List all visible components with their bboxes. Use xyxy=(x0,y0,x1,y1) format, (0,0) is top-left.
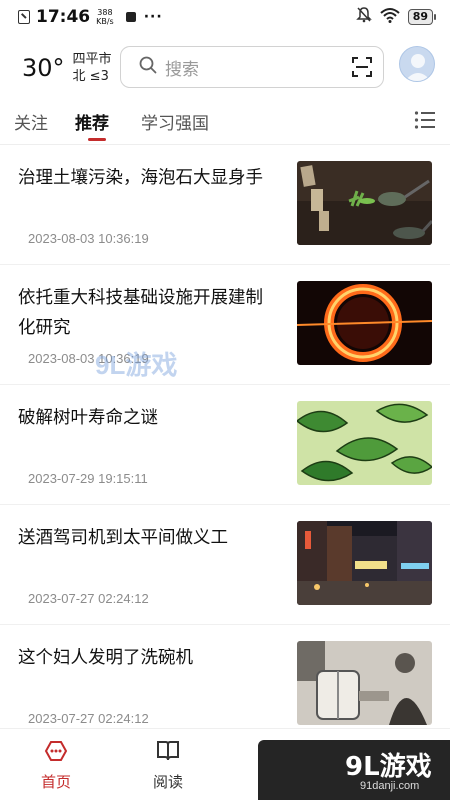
watermark-brand: 9L游戏 xyxy=(345,752,432,782)
weather-city: 四平市 xyxy=(72,52,112,67)
mute-icon xyxy=(355,6,372,28)
nav-read-label: 阅读 xyxy=(152,773,183,791)
channel-tabs: 关注 推荐 学习强国 xyxy=(0,104,450,141)
status-time: 17:46 xyxy=(36,7,91,27)
scan-icon[interactable] xyxy=(351,56,373,82)
tab-recommend[interactable]: 推荐 xyxy=(75,109,109,134)
search-icon xyxy=(139,56,157,78)
active-tab-indicator xyxy=(88,138,106,141)
watermark-site: 91danji.com xyxy=(360,780,420,792)
book-icon xyxy=(155,741,181,767)
battery-icon: 89 xyxy=(407,9,436,25)
news-item[interactable]: 依托重大科技基础设施开展建制化研究 2023-08-03 10:36:19 xyxy=(0,265,450,385)
tab-follow[interactable]: 关注 xyxy=(14,109,48,134)
news-date: 2023-07-27 02:24:12 xyxy=(28,591,149,606)
search-input[interactable]: 搜索 xyxy=(120,46,384,88)
channel-menu-icon[interactable] xyxy=(414,110,436,134)
news-title: 治理土壤污染，海泡石大显身手 xyxy=(18,168,263,188)
avatar[interactable] xyxy=(399,46,435,82)
news-title: 这个妇人发明了洗碗机 xyxy=(18,648,193,668)
more-notifications-icon: ··· xyxy=(143,9,163,25)
notification-icon xyxy=(18,10,30,24)
nav-read[interactable]: 阅读 xyxy=(138,739,198,792)
wifi-icon xyxy=(380,7,400,28)
news-thumbnail-fire xyxy=(297,281,432,365)
news-list: 治理土壤污染，海泡石大显身手 2023-08-03 10:36:19 依托重大科… xyxy=(0,145,450,745)
home-icon xyxy=(43,741,69,767)
news-thumbnail-soil xyxy=(297,161,432,245)
nav-home-label: 首页 xyxy=(40,773,71,791)
header: 30° 四平市 北 ≤3 搜索 xyxy=(0,44,450,92)
status-bar: 17:46 388 KB/s ··· 89 xyxy=(0,0,450,34)
nav-home[interactable]: 首页 xyxy=(26,739,86,792)
temperature: 30° xyxy=(22,54,65,82)
news-thumbnail-old-photo xyxy=(297,641,432,725)
weather-widget[interactable]: 30° 四平市 北 ≤3 xyxy=(22,51,112,85)
news-title: 破解树叶寿命之谜 xyxy=(18,408,158,428)
news-date: 2023-07-27 02:24:12 xyxy=(28,711,149,726)
news-title: 送酒驾司机到太平间做义工 xyxy=(18,528,228,548)
news-title: 依托重大科技基础设施开展建制化研究 xyxy=(18,288,263,338)
news-item[interactable]: 治理土壤污染，海泡石大显身手 2023-08-03 10:36:19 xyxy=(0,145,450,265)
news-date: 2023-08-03 10:36:19 xyxy=(28,231,149,246)
news-item[interactable]: 破解树叶寿命之谜 2023-07-29 19:15:11 xyxy=(0,385,450,505)
news-item[interactable]: 送酒驾司机到太平间做义工 2023-07-27 02:24:12 xyxy=(0,505,450,625)
watermark-logo: 9L游戏 xyxy=(95,350,178,380)
news-thumbnail-street xyxy=(297,521,432,605)
news-thumbnail-leaves xyxy=(297,401,432,485)
tab-xuexiqiangguo[interactable]: 学习强国 xyxy=(141,109,209,134)
news-item[interactable]: 这个妇人发明了洗碗机 2023-07-27 02:24:12 xyxy=(0,625,450,745)
search-placeholder: 搜索 xyxy=(165,59,199,80)
weather-wind: 北 ≤3 xyxy=(72,69,109,84)
app-notification-icon xyxy=(125,12,136,22)
news-date: 2023-07-29 19:15:11 xyxy=(28,471,148,486)
net-speed: 388 KB/s xyxy=(96,8,114,26)
